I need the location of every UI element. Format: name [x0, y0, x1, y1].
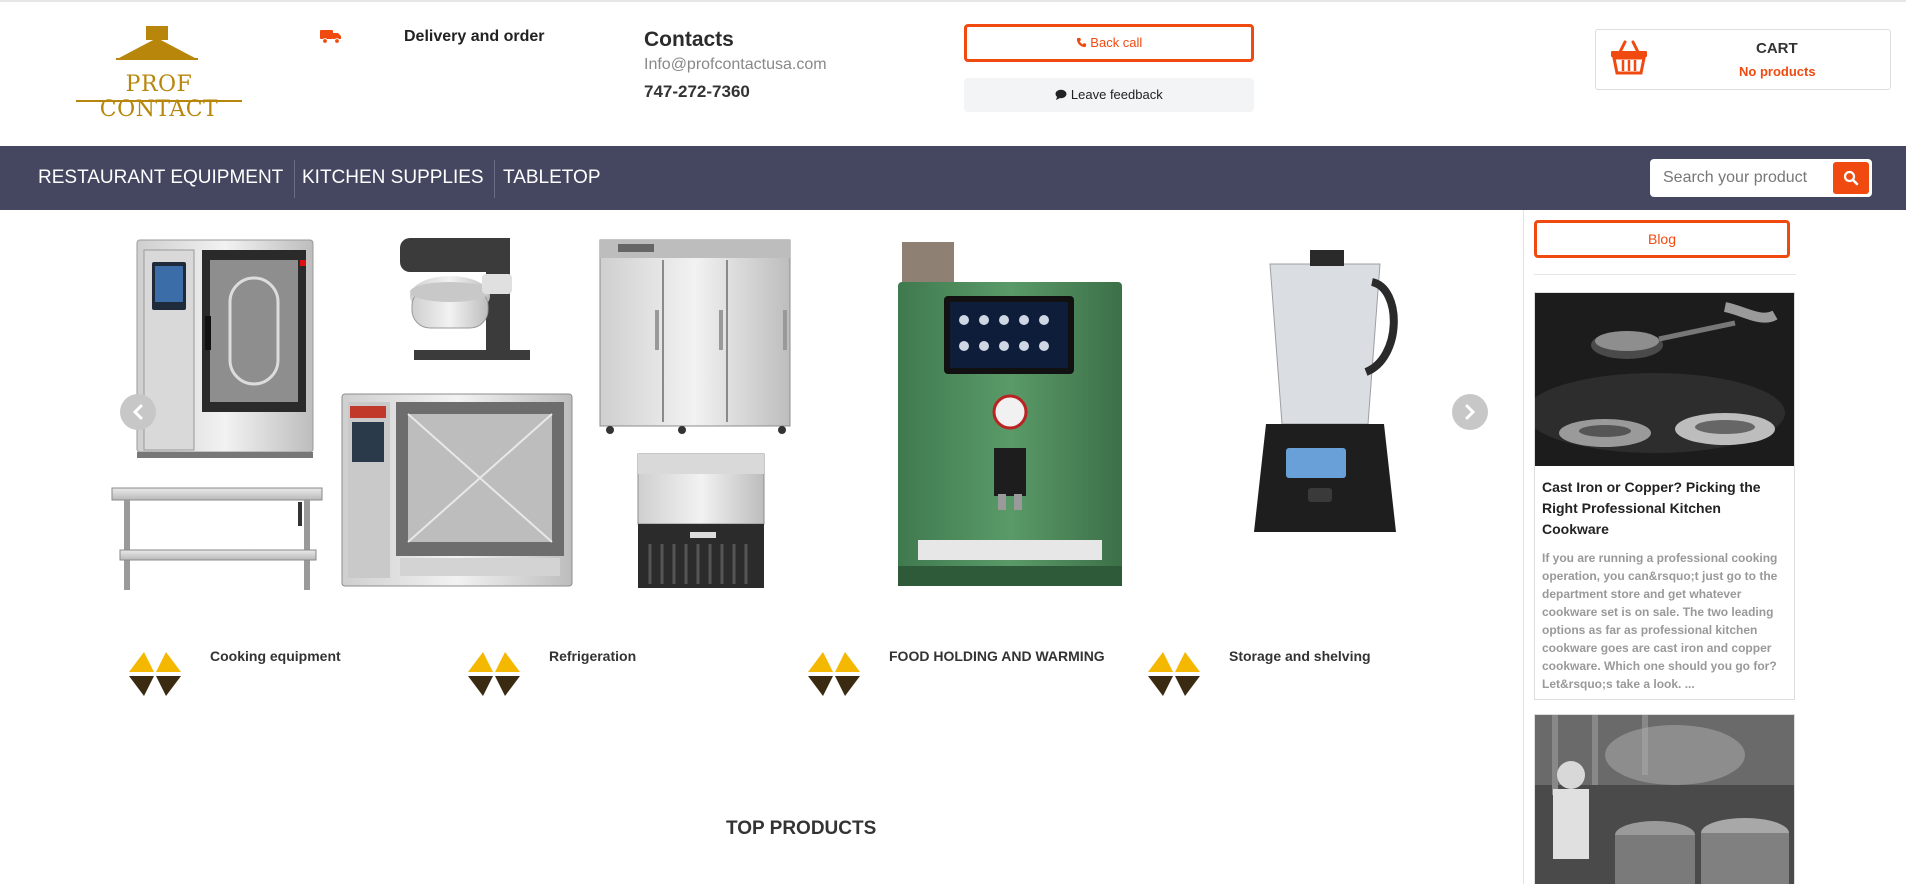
contacts-title: Contacts: [644, 28, 734, 51]
carousel-prev-button[interactable]: [120, 394, 156, 430]
search-button[interactable]: [1833, 162, 1869, 194]
product-image-combi-oven[interactable]: [136, 239, 314, 458]
blog-post-image[interactable]: [1535, 715, 1795, 884]
cart-widget[interactable]: CART No products: [1595, 29, 1891, 90]
blog-post-card[interactable]: [1534, 714, 1795, 884]
nav-divider: [294, 160, 295, 198]
back-call-button[interactable]: Back call: [964, 24, 1254, 62]
phone-icon: [1076, 37, 1086, 48]
category-logo-icon: [129, 652, 181, 696]
logo-hood-base: [116, 58, 198, 60]
nav-item-restaurant-equipment[interactable]: RESTAURANT EQUIPMENT: [38, 146, 283, 210]
cart-title: CART: [1756, 40, 1798, 57]
blog-post-card[interactable]: Cast Iron or Copper? Picking the Right P…: [1534, 292, 1795, 700]
category-label: Cooking equipment: [210, 648, 341, 664]
category-label: Refrigeration: [549, 648, 637, 664]
search-box: [1650, 159, 1872, 197]
chevron-left-icon: [132, 404, 143, 420]
search-icon: [1843, 170, 1859, 186]
nav-item-tabletop[interactable]: TABLETOP: [503, 146, 601, 210]
main-nav: RESTAURANT EQUIPMENT KITCHEN SUPPLIES TA…: [0, 146, 1906, 210]
basket-icon: [1611, 40, 1647, 75]
delivery-and-order-link[interactable]: Delivery and order: [404, 28, 545, 46]
logo-hood-icon: [119, 38, 195, 58]
product-image-ice-machine[interactable]: [637, 453, 765, 588]
blog-separator: [1534, 274, 1796, 275]
nav-divider: [494, 160, 495, 198]
category-logo-icon: [468, 652, 520, 696]
site-header: PROF CONTACT Delivery and order Contacts…: [0, 2, 1906, 146]
product-image-coffee-machine[interactable]: [898, 242, 1122, 586]
logo-text: PROF CONTACT: [99, 72, 219, 122]
truck-icon: [320, 30, 341, 44]
blog-post-image[interactable]: [1535, 293, 1794, 466]
sidebar-divider: [1523, 210, 1524, 884]
leave-feedback-button[interactable]: Leave feedback: [964, 78, 1254, 112]
leave-feedback-label: Leave feedback: [1070, 87, 1163, 102]
contacts-email[interactable]: Info@profcontactusa.com: [644, 56, 827, 74]
category-label: Storage and shelving: [1229, 648, 1371, 664]
category-logo-icon: [1148, 652, 1200, 696]
comment-icon: [1055, 89, 1067, 100]
back-call-label: Back call: [1090, 35, 1143, 50]
product-image-combi-oven-2[interactable]: [341, 393, 573, 587]
carousel-slide: [111, 238, 1398, 590]
contacts-phone[interactable]: 747-272-7360: [644, 82, 750, 102]
product-image-stand-mixer[interactable]: [400, 238, 530, 360]
search-input[interactable]: [1650, 159, 1832, 197]
product-image-work-table[interactable]: [111, 487, 323, 590]
cart-status: No products: [1739, 64, 1816, 79]
blog-button[interactable]: Blog: [1534, 220, 1790, 258]
category-logo-icon: [808, 652, 860, 696]
section-title-top-products: TOP PRODUCTS: [726, 818, 877, 839]
blog-post-title[interactable]: Cast Iron or Copper? Picking the Right P…: [1542, 477, 1787, 540]
product-carousel: [110, 226, 1510, 590]
logo[interactable]: PROF CONTACT: [76, 24, 242, 122]
chevron-right-icon: [1465, 404, 1476, 420]
logo-underline: [76, 100, 242, 102]
product-image-blender[interactable]: [1254, 250, 1398, 532]
carousel-next-button[interactable]: [1452, 394, 1488, 430]
product-image-reach-in-refrigerator[interactable]: [599, 239, 791, 434]
blog-post-excerpt: If you are running a professional cookin…: [1542, 551, 1778, 691]
nav-item-kitchen-supplies[interactable]: KITCHEN SUPPLIES: [302, 146, 484, 210]
category-label: FOOD HOLDING AND WARMING: [889, 648, 1105, 664]
